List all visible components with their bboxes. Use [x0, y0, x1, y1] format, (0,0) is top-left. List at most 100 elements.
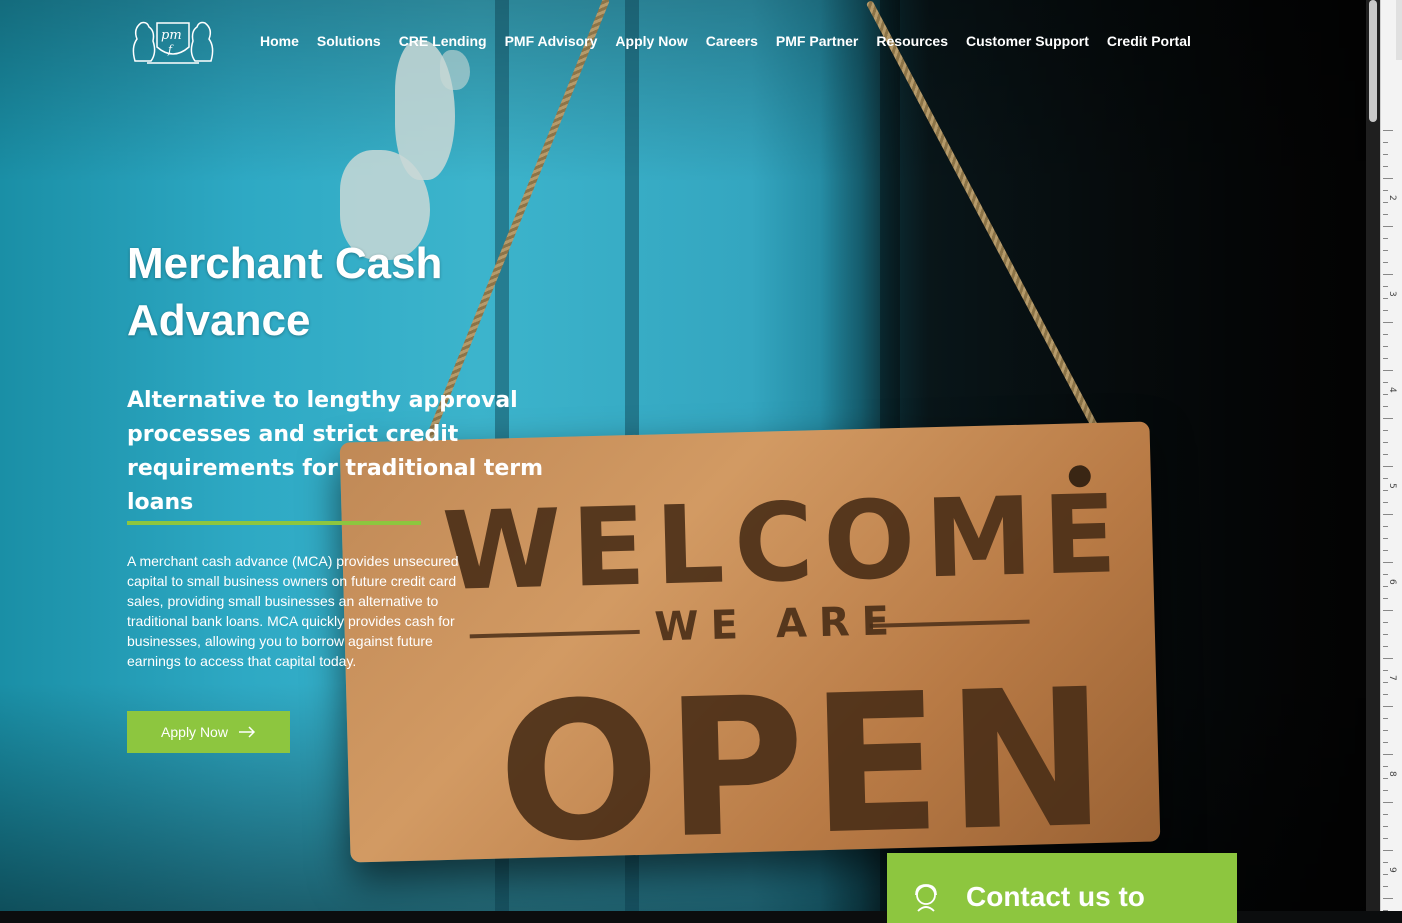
ruler-tick	[1383, 454, 1388, 455]
ruler-tick	[1383, 622, 1388, 623]
ruler-tick	[1383, 766, 1388, 767]
ruler-tick	[1383, 190, 1388, 191]
ruler-tick	[1383, 298, 1388, 299]
nav-solutions[interactable]: Solutions	[317, 33, 381, 49]
ruler-tick	[1383, 286, 1388, 287]
ruler-tick	[1383, 466, 1393, 467]
ruler-tick	[1383, 178, 1393, 179]
sign-weare-text: WE ARE	[653, 598, 902, 651]
ruler-tick	[1383, 382, 1388, 383]
ruler-tick	[1383, 754, 1393, 755]
ruler-top-cap	[1396, 0, 1402, 60]
ruler-tick	[1383, 262, 1388, 263]
ruler-tick	[1383, 226, 1393, 227]
ruler-tick	[1383, 550, 1388, 551]
scrollbar-thumb[interactable]	[1369, 0, 1377, 122]
ruler-tick	[1383, 706, 1393, 707]
ruler-tick	[1383, 142, 1388, 143]
ruler-tick	[1383, 406, 1388, 407]
ruler-tick	[1383, 310, 1388, 311]
ruler-tick	[1383, 166, 1388, 167]
ruler-tick	[1383, 430, 1388, 431]
ruler-tick	[1383, 802, 1393, 803]
support-agent-icon	[915, 884, 937, 912]
ruler-tick	[1383, 814, 1388, 815]
nav-resources[interactable]: Resources	[876, 33, 948, 49]
ruler-tick	[1383, 514, 1393, 515]
nav-credit-portal[interactable]: Credit Portal	[1107, 33, 1191, 49]
ruler-tick	[1383, 250, 1388, 251]
ruler-number: 8	[1387, 771, 1397, 777]
nav-customer-support[interactable]: Customer Support	[966, 33, 1089, 49]
nav-careers[interactable]: Careers	[706, 33, 758, 49]
subtitle-underline	[127, 521, 421, 525]
ruler-number: 5	[1387, 483, 1397, 489]
ruler-number: 9	[1387, 867, 1397, 873]
hero-description: A merchant cash advance (MCA) provides u…	[127, 553, 459, 669]
ruler-tick	[1383, 502, 1388, 503]
ruler-tick	[1383, 790, 1388, 791]
ruler-tick	[1383, 730, 1388, 731]
page-scrollbar[interactable]	[1366, 0, 1380, 911]
ruler-tick	[1383, 742, 1388, 743]
ruler-tick	[1383, 538, 1388, 539]
arrow-right-icon	[238, 726, 256, 738]
ruler-tick	[1383, 898, 1393, 899]
ruler-tick	[1383, 634, 1388, 635]
ruler-tick	[1383, 670, 1388, 671]
ruler-number: 4	[1387, 387, 1397, 393]
ruler-tick	[1383, 274, 1393, 275]
svg-text:pm: pm	[161, 28, 182, 43]
sign-open-text: OPEN	[495, 647, 1115, 885]
hero-subtitle: Alternative to lengthy approval processe…	[127, 388, 544, 515]
main-nav: Home Solutions CRE Lending PMF Advisory …	[260, 33, 1191, 49]
ruler-tick	[1383, 574, 1388, 575]
apply-now-label: Apply Now	[161, 724, 228, 740]
ruler-tick	[1383, 586, 1388, 587]
ruler-number: 6	[1387, 579, 1397, 585]
ruler-tick	[1383, 850, 1393, 851]
ruler-tick	[1383, 202, 1388, 203]
ruler-tick	[1383, 346, 1388, 347]
ruler-tick	[1383, 370, 1393, 371]
ruler-tick	[1383, 394, 1388, 395]
nav-apply-now[interactable]: Apply Now	[615, 33, 687, 49]
contact-card[interactable]: Contact us to	[887, 853, 1237, 923]
site-header: pm f Home Solutions CRE Lending PMF Advi…	[0, 0, 1366, 90]
ruler-tick	[1383, 646, 1388, 647]
ruler-tick	[1383, 418, 1393, 419]
side-ruler: 2 3 4 5 6 7 8 9	[1380, 0, 1402, 911]
ruler-tick	[1383, 694, 1388, 695]
nav-pmf-partner[interactable]: PMF Partner	[776, 33, 858, 49]
ruler-tick	[1383, 358, 1388, 359]
ruler-tick	[1383, 130, 1393, 131]
ruler-number: 2	[1387, 195, 1397, 201]
ruler-tick	[1383, 598, 1388, 599]
ruler-tick	[1383, 682, 1388, 683]
ruler-tick	[1383, 610, 1393, 611]
ruler-tick	[1383, 838, 1388, 839]
ruler-number: 7	[1387, 675, 1397, 681]
nav-home[interactable]: Home	[260, 33, 299, 49]
ruler-tick	[1383, 862, 1388, 863]
ruler-tick	[1383, 874, 1388, 875]
nav-pmf-advisory[interactable]: PMF Advisory	[505, 33, 598, 49]
ruler-tick	[1383, 658, 1393, 659]
ruler-tick	[1383, 826, 1388, 827]
ruler-tick	[1383, 334, 1388, 335]
page-title: Merchant Cash Advance	[127, 239, 443, 345]
nav-cre-lending[interactable]: CRE Lending	[399, 33, 487, 49]
ruler-tick	[1383, 886, 1388, 887]
apply-now-button[interactable]: Apply Now	[127, 711, 290, 753]
contact-card-text: Contact us to	[966, 881, 1145, 912]
ruler-tick	[1383, 214, 1388, 215]
ruler-tick	[1383, 154, 1388, 155]
ruler-tick	[1383, 238, 1388, 239]
ruler-tick	[1383, 778, 1388, 779]
ruler-tick	[1383, 526, 1388, 527]
ruler-tick	[1383, 478, 1388, 479]
ruler-number: 3	[1387, 291, 1397, 297]
logo-crest-icon: pm f	[132, 21, 214, 64]
logo[interactable]: pm f	[127, 17, 219, 67]
ruler-tick	[1383, 442, 1388, 443]
